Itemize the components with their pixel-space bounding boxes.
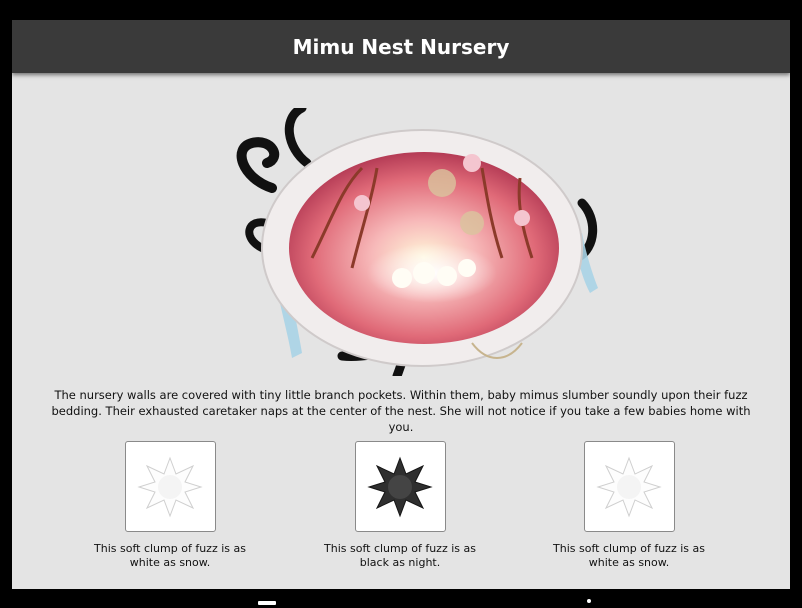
fuzz-item[interactable]: This soft clump of fuzz is as white as s… [70,441,270,570]
bottom-mark [258,601,276,605]
item-caption: This soft clump of fuzz is as white as s… [94,542,246,569]
item-frame[interactable] [124,441,216,532]
bottom-dot [587,599,591,603]
item-frame[interactable] [354,441,446,532]
fuzz-item[interactable]: This soft clump of fuzz is as black as n… [300,441,500,570]
bottom-bar [0,589,802,608]
fuzz-item[interactable]: This soft clump of fuzz is as white as s… [529,441,729,570]
page-header: Mimu Nest Nursery [12,20,790,73]
item-caption: This soft clump of fuzz is as white as s… [553,542,705,569]
nursery-description: The nursery walls are covered with tiny … [51,388,751,434]
black-fuzz-icon [367,456,433,517]
item-frame[interactable] [583,441,675,532]
white-fuzz-icon [137,456,203,517]
white-fuzz-icon [596,456,662,517]
nest-illustration [236,108,598,376]
item-caption: This soft clump of fuzz is as black as n… [324,542,476,569]
nursery-panel: Mimu Nest Nursery The nursery walls are … [12,20,790,589]
page-title: Mimu Nest Nursery [292,34,510,59]
